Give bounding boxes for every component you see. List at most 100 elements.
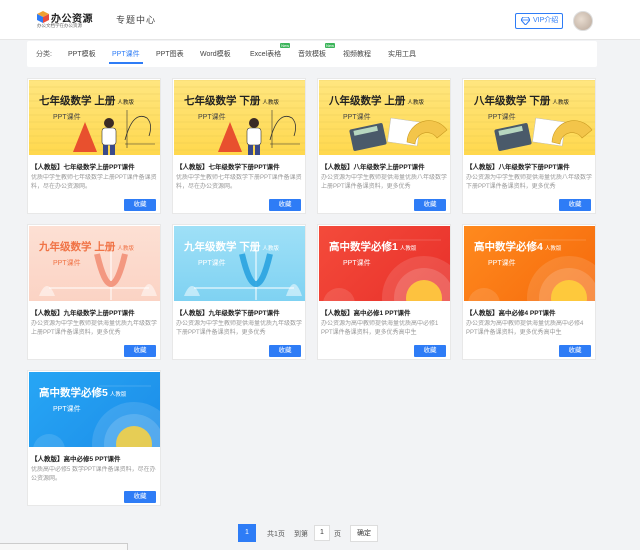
parabola-graph-icon bbox=[184, 250, 302, 300]
favorite-button[interactable]: 收藏 bbox=[124, 345, 156, 357]
vip-intro-button[interactable]: VIP介绍 bbox=[515, 13, 563, 29]
thumbnail-subtitle: PPT课件 bbox=[53, 260, 81, 267]
courseware-card[interactable]: 八年级数学 下册 人教版 PPT课件 【人教版】八年级数学下册PPT课件 办公资源为中学… bbox=[462, 78, 596, 214]
card-title[interactable]: 【人教版】七年级数学上册PPT课件 bbox=[31, 161, 159, 171]
category-item-label: PPT模板 bbox=[68, 51, 96, 58]
card-thumbnail[interactable]: 八年级数学 下册 人教版 PPT课件 bbox=[464, 80, 595, 155]
thumbnail-title: 九年级数学 上册 人教版 bbox=[39, 241, 134, 253]
thumbnail-title: 高中数学必修4 人教版 bbox=[474, 241, 562, 253]
teacher-illustration-icon bbox=[174, 80, 305, 155]
card-thumbnail[interactable]: 七年级数学 上册 人教版 PPT课件 bbox=[29, 80, 160, 155]
courseware-card[interactable]: 八年级数学 上册 人教版 PPT课件 【人教版】八年级数学上册PPT课件 办公资源为中学… bbox=[317, 78, 451, 214]
courseware-card[interactable]: 七年级数学 上册 人教版 PPT课件 【人教版】七年级数学上册PPT课件 优质中学生教师… bbox=[27, 78, 161, 214]
edition-label: 人教版 bbox=[407, 100, 424, 106]
favorite-button[interactable]: 收藏 bbox=[269, 199, 301, 211]
new-badge: New bbox=[324, 43, 335, 48]
card-thumbnail[interactable]: 高中数学必修1 人教版 PPT课件 bbox=[319, 226, 450, 301]
category-video[interactable]: 视频教程 bbox=[343, 49, 371, 59]
category-item-label: 实用工具 bbox=[388, 51, 416, 58]
thumbnail-subtitle: PPT课件 bbox=[488, 260, 516, 267]
category-ppt-template[interactable]: PPT模板 bbox=[68, 49, 96, 59]
card-description: 优质中学生教师七年级数学下册PPT课件备课资料，尽在办公资源网。 bbox=[176, 175, 302, 190]
horizontal-scrollbar[interactable] bbox=[0, 543, 128, 550]
card-thumbnail[interactable]: 高中数学必修4 人教版 PPT课件 bbox=[464, 226, 595, 301]
courseware-card[interactable]: 高中数学必修1 人教版 PPT课件 【人教版】高中必修1 PPT课件 办公资源为高中教师… bbox=[317, 224, 451, 360]
edition-label: 人教版 bbox=[117, 246, 134, 252]
card-title[interactable]: 【人教版】高中必修4 PPT课件 bbox=[466, 307, 594, 317]
goto-label: 到第 bbox=[294, 531, 308, 538]
favorite-button[interactable]: 收藏 bbox=[414, 345, 446, 357]
category-item-label: Word模板 bbox=[200, 51, 231, 58]
thumbnail-title: 高中数学必修5 人教版 bbox=[39, 387, 127, 399]
thumbnail-subtitle: PPT课件 bbox=[53, 406, 81, 413]
thumbnail-title: 七年级数学 上册 人教版 bbox=[39, 95, 134, 107]
goto-page-input[interactable]: 1 bbox=[314, 525, 330, 541]
card-thumbnail[interactable]: 八年级数学 上册 人教版 PPT课件 bbox=[319, 80, 450, 155]
page-unit-label: 页 bbox=[334, 531, 341, 538]
category-ppt-courseware[interactable]: PPT课件 bbox=[109, 49, 143, 64]
courseware-card[interactable]: 高中数学必修5 人教版 PPT课件 【人教版】高中必修5 PPT课件 优质高中必修5 数… bbox=[27, 370, 161, 506]
courseware-card[interactable]: 七年级数学 下册 人教版 PPT课件【人教版】七年级数学下册PPT课件优质中学生教师… bbox=[172, 78, 306, 214]
category-ppt-chart[interactable]: PPT图表 bbox=[156, 49, 184, 59]
category-bar: 分类: PPT模板 PPT课件 PPT图表 Word模板 Excel表格 New … bbox=[27, 41, 597, 67]
courseware-card[interactable]: 九年级数学 下册 人教版 PPT课件 【人教版】九年级数学下册PPT课件 办公资源为中学… bbox=[172, 224, 306, 360]
abstract-circles-icon bbox=[468, 239, 595, 301]
top-header: 办公资源 办公文档学在办公资源 专题中心 VIP介绍 bbox=[0, 0, 640, 40]
abstract-circles-icon bbox=[33, 385, 160, 447]
vip-intro-label: VIP介绍 bbox=[533, 17, 559, 24]
card-title[interactable]: 【人教版】九年级数学下册PPT课件 bbox=[176, 307, 304, 317]
courseware-card[interactable]: 九年级数学 上册 人教版 PPT课件 【人教版】九年级数学上册PPT课件 办公资源为中学… bbox=[27, 224, 161, 360]
card-description: 办公资源为中学生教师提供海量优质八年级数学上册PPT课件备课资料，更多优秀 bbox=[321, 175, 447, 190]
card-title[interactable]: 【人教版】高中必修1 PPT课件 bbox=[321, 307, 449, 317]
thumbnail-subtitle: PPT课件 bbox=[53, 114, 81, 121]
category-audio[interactable]: 音效模板 New bbox=[298, 43, 335, 59]
category-excel[interactable]: Excel表格 New bbox=[250, 43, 291, 59]
teacher-illustration-icon bbox=[29, 80, 160, 155]
category-item-label: PPT课件 bbox=[112, 51, 140, 58]
card-title[interactable]: 【人教版】七年级数学下册PPT课件 bbox=[176, 161, 304, 171]
favorite-button[interactable]: 收藏 bbox=[414, 199, 446, 211]
card-title[interactable]: 【人教版】高中必修5 PPT课件 bbox=[31, 453, 159, 463]
edition-label: 人教版 bbox=[109, 392, 127, 398]
favorite-button[interactable]: 收藏 bbox=[559, 199, 591, 211]
edition-label: 人教版 bbox=[117, 100, 134, 106]
total-pages-text: 共1页 bbox=[267, 531, 285, 538]
favorite-button[interactable]: 收藏 bbox=[124, 199, 156, 211]
thumbnail-title: 九年级数学 下册 人教版 bbox=[184, 241, 279, 253]
card-thumbnail[interactable]: 七年级数学 下册 人教版 PPT课件 bbox=[174, 80, 305, 155]
courseware-card[interactable]: 高中数学必修4 人教版 PPT课件 【人教版】高中必修4 PPT课件 办公资源为高中教师… bbox=[462, 224, 596, 360]
category-item-label: PPT图表 bbox=[156, 51, 184, 58]
logo-tagline: 办公文档学在办公资源 bbox=[37, 23, 82, 28]
card-title[interactable]: 【人教版】九年级数学上册PPT课件 bbox=[31, 307, 159, 317]
card-title[interactable]: 【人教版】八年级数学上册PPT课件 bbox=[321, 161, 449, 171]
category-item-label: Excel表格 bbox=[250, 51, 282, 58]
parabola-graph-icon bbox=[39, 250, 157, 300]
favorite-button[interactable]: 收藏 bbox=[269, 345, 301, 357]
site-logo[interactable]: 办公资源 办公文档学在办公资源 bbox=[37, 10, 95, 30]
card-title[interactable]: 【人教版】八年级数学下册PPT课件 bbox=[466, 161, 594, 171]
courseware-grid: 七年级数学 上册 人教版 PPT课件 【人教版】七年级数学上册PPT课件 优质中学生教师… bbox=[27, 78, 597, 508]
thumbnail-subtitle: PPT课件 bbox=[343, 260, 371, 267]
category-tools[interactable]: 实用工具 bbox=[388, 49, 416, 59]
favorite-button[interactable]: 收藏 bbox=[559, 345, 591, 357]
favorite-button[interactable]: 收藏 bbox=[124, 491, 156, 503]
calculator-protractor-icon bbox=[464, 80, 595, 151]
thumbnail-subtitle: PPT课件 bbox=[343, 114, 371, 121]
card-thumbnail[interactable]: 高中数学必修5 人教版 PPT课件 bbox=[29, 372, 160, 447]
category-item-label: 音效模板 bbox=[298, 51, 326, 58]
page-title[interactable]: 专题中心 bbox=[116, 13, 156, 26]
confirm-button[interactable]: 确定 bbox=[350, 525, 378, 542]
card-thumbnail[interactable]: 九年级数学 下册 人教版 PPT课件 bbox=[174, 226, 305, 301]
pagination: 1 共1页 到第 1 页 确定 bbox=[0, 522, 640, 544]
thumbnail-subtitle: PPT课件 bbox=[198, 260, 226, 267]
category-item-label: 视频教程 bbox=[343, 51, 371, 58]
diamond-icon bbox=[521, 17, 530, 25]
card-thumbnail[interactable]: 九年级数学 上册 人教版 PPT课件 bbox=[29, 226, 160, 301]
edition-label: 人教版 bbox=[262, 100, 279, 106]
thumbnail-subtitle: PPT课件 bbox=[488, 114, 516, 121]
current-page-button[interactable]: 1 bbox=[238, 524, 256, 542]
category-word-template[interactable]: Word模板 bbox=[200, 49, 231, 59]
user-avatar[interactable] bbox=[573, 11, 593, 31]
category-label: 分类: bbox=[36, 51, 52, 58]
thumbnail-title: 八年级数学 下册 人教版 bbox=[474, 95, 569, 107]
